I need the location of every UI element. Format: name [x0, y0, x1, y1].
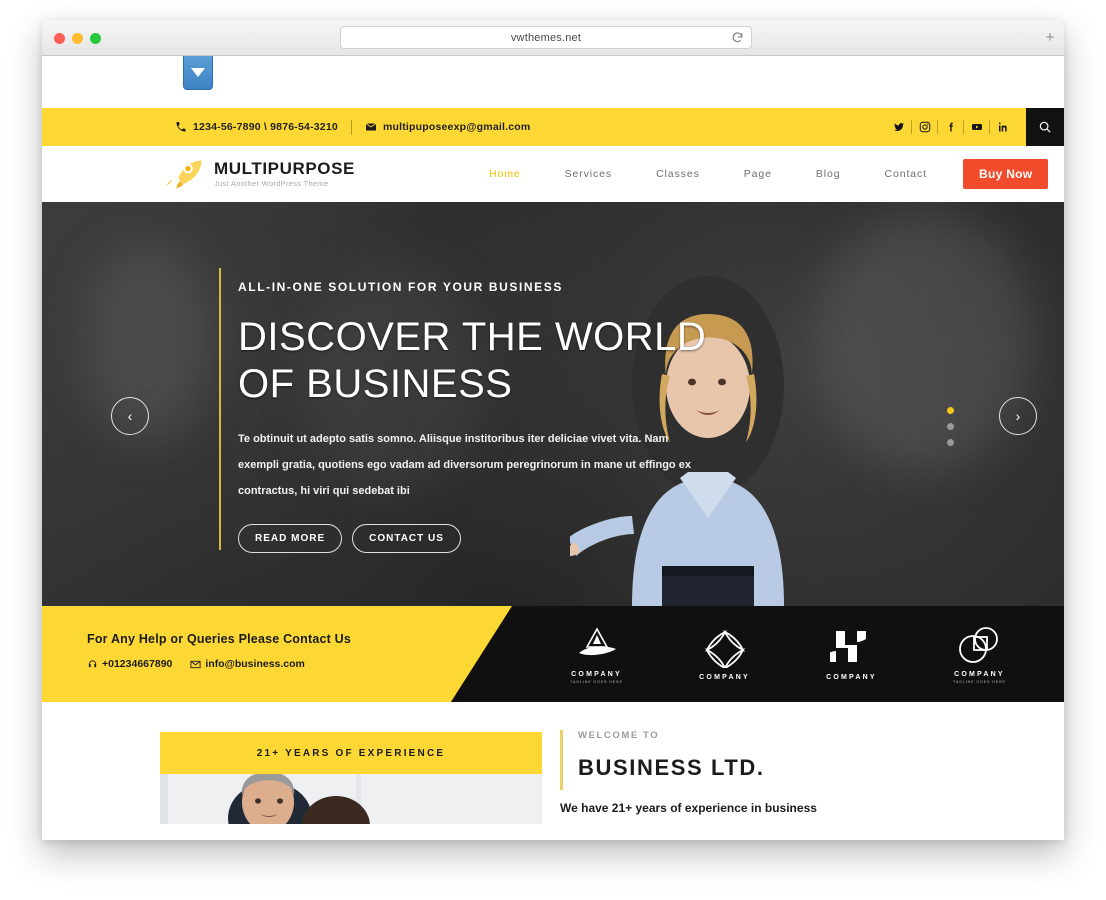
read-more-button[interactable]: READ MORE	[238, 524, 343, 553]
brand-logo-item[interactable]: COMPANY	[826, 628, 877, 681]
twitter-icon[interactable]	[886, 120, 912, 134]
contact-strip-title: For Any Help or Queries Please Contact U…	[87, 632, 352, 646]
reload-icon[interactable]	[731, 31, 744, 44]
brand-name: COMPANY	[826, 673, 877, 681]
slider-next-button[interactable]: ›	[999, 397, 1037, 435]
hero-accent-bar	[219, 268, 221, 550]
chevron-right-icon: ›	[1015, 408, 1021, 424]
company-logo-diamond-icon	[704, 629, 745, 668]
buy-now-button[interactable]: Buy Now	[962, 159, 1049, 189]
strip-email-block[interactable]: info@business.com	[190, 658, 305, 670]
phone-block[interactable]: 1234-56-7890 \ 9876-54-3210	[175, 121, 338, 133]
brand-name: COMPANY	[954, 670, 1005, 678]
nav-item-services[interactable]: Services	[543, 168, 634, 180]
site-logo[interactable]: MULTIPURPOSE Just Another WordPress Them…	[162, 157, 355, 191]
email-block[interactable]: multipuposeexp@gmail.com	[365, 121, 530, 133]
logo-tagline: Just Another WordPress Theme	[214, 179, 329, 189]
nav-item-blog[interactable]: Blog	[794, 168, 863, 180]
brand-tagline: TAGLINE GOES HERE	[570, 679, 623, 684]
hero-title: DISCOVER THE WORLD OF BUSINESS	[238, 315, 707, 406]
search-icon	[1039, 121, 1051, 133]
brand-name: COMPANY	[571, 670, 622, 678]
slider-dot-1[interactable]	[947, 407, 954, 414]
new-tab-button[interactable]: +	[1042, 30, 1058, 46]
top-contact-bar: 1234-56-7890 \ 9876-54-3210 multipuposee…	[42, 108, 1064, 146]
instagram-icon[interactable]	[912, 120, 938, 134]
contact-us-button[interactable]: CONTACT US	[352, 524, 461, 553]
phone-numbers: 1234-56-7890 \ 9876-54-3210	[193, 121, 338, 133]
company-logo-h-icon	[830, 630, 867, 662]
main-navigation: Home Services Classes Page Blog Contact …	[467, 146, 1049, 202]
brand-logo-item[interactable]: COMPANY	[699, 628, 750, 681]
about-left-column: 21+ YEARS OF EXPERIENCE	[160, 732, 542, 824]
nav-item-contact[interactable]: Contact	[862, 168, 949, 180]
address-bar[interactable]: vwthemes.net	[340, 26, 752, 49]
chevron-left-icon: ‹	[127, 408, 133, 424]
hero-slider: ALL-IN-ONE SOLUTION FOR YOUR BUSINESS DI…	[42, 202, 1064, 606]
contact-strip-row: +01234667890 info@business.com	[87, 658, 351, 670]
top-contact-right	[886, 108, 1064, 146]
hero-kicker: ALL-IN-ONE SOLUTION FOR YOUR BUSINESS	[238, 280, 563, 294]
email-address: multipuposeexp@gmail.com	[382, 121, 531, 133]
hero-bg-blur	[814, 212, 1034, 472]
envelope-icon	[190, 660, 201, 668]
headset-icon	[88, 659, 97, 667]
welcome-accent-bar	[560, 730, 563, 790]
strip-email: info@business.com	[205, 658, 305, 670]
youtube-icon[interactable]	[964, 120, 990, 134]
about-photo-image	[160, 774, 542, 824]
about-photo	[160, 774, 542, 824]
search-button[interactable]	[1026, 108, 1064, 146]
welcome-label: WELCOME TO	[578, 730, 660, 741]
about-right-column: WELCOME TO BUSINESS LTD. We have 21+ yea…	[560, 730, 817, 815]
maximize-window-button[interactable]	[90, 33, 101, 44]
about-section: 21+ YEARS OF EXPERIENCE WELCOME TO BUSIN…	[42, 702, 1064, 840]
hero-content: ALL-IN-ONE SOLUTION FOR YOUR BUSINESS DI…	[238, 280, 758, 553]
browser-window: vwthemes.net + 1234-56-7890 \ 9876-54-32…	[42, 20, 1064, 840]
chevron-down-glyph	[191, 68, 205, 77]
company-logo-a-icon	[578, 626, 616, 655]
slider-dot-3[interactable]	[947, 439, 954, 446]
nav-item-home[interactable]: Home	[467, 168, 543, 180]
page-top-blank-strip	[42, 56, 1064, 108]
phone-icon	[176, 122, 186, 132]
window-controls	[54, 33, 101, 44]
envelope-icon	[365, 123, 377, 131]
slider-prev-button[interactable]: ‹	[111, 397, 149, 435]
brand-logo-item[interactable]: COMPANY TAGLINE GOES HERE	[953, 625, 1006, 684]
brand-logos: COMPANY TAGLINE GOES HERE COMPANY COMPAN…	[512, 606, 1064, 702]
strip-phone-block[interactable]: +01234667890	[87, 658, 172, 670]
welcome-subtitle: We have 21+ years of experience in busin…	[560, 801, 817, 815]
close-window-button[interactable]	[54, 33, 65, 44]
browser-titlebar: vwthemes.net +	[42, 20, 1064, 56]
site-header: MULTIPURPOSE Just Another WordPress Them…	[42, 146, 1064, 202]
nav-item-page[interactable]: Page	[722, 168, 794, 180]
nav-item-classes[interactable]: Classes	[634, 168, 722, 180]
minimize-window-button[interactable]	[72, 33, 83, 44]
brand-name: COMPANY	[699, 673, 750, 681]
slider-pagination	[947, 407, 954, 446]
strip-phone: +01234667890	[102, 658, 173, 670]
logo-title: MULTIPURPOSE	[214, 159, 356, 179]
facebook-icon[interactable]	[938, 120, 964, 134]
slider-dot-2[interactable]	[947, 423, 954, 430]
social-links	[886, 120, 1016, 134]
rocket-icon	[166, 160, 202, 189]
company-logo-circles-icon	[959, 626, 999, 663]
url-text: vwthemes.net	[510, 31, 582, 44]
contact-strip-text: For Any Help or Queries Please Contact U…	[87, 632, 351, 670]
experience-banner: 21+ YEARS OF EXPERIENCE	[160, 732, 542, 774]
welcome-title: BUSINESS LTD.	[578, 755, 765, 780]
top-contact-left: 1234-56-7890 \ 9876-54-3210 multipuposee…	[175, 119, 530, 135]
brand-logo-item[interactable]: COMPANY TAGLINE GOES HERE	[570, 625, 623, 684]
divider	[350, 119, 352, 135]
hero-paragraph: Te obtinuit ut adepto satis somno. Aliis…	[238, 433, 691, 497]
contact-strip: For Any Help or Queries Please Contact U…	[42, 606, 1064, 702]
hero-buttons: READ MORE CONTACT US	[238, 524, 758, 553]
brand-tagline: TAGLINE GOES HERE	[953, 679, 1006, 684]
chevron-down-icon[interactable]	[183, 56, 213, 90]
logo-text-block: MULTIPURPOSE Just Another WordPress Them…	[214, 160, 355, 188]
linkedin-icon[interactable]	[990, 120, 1016, 134]
